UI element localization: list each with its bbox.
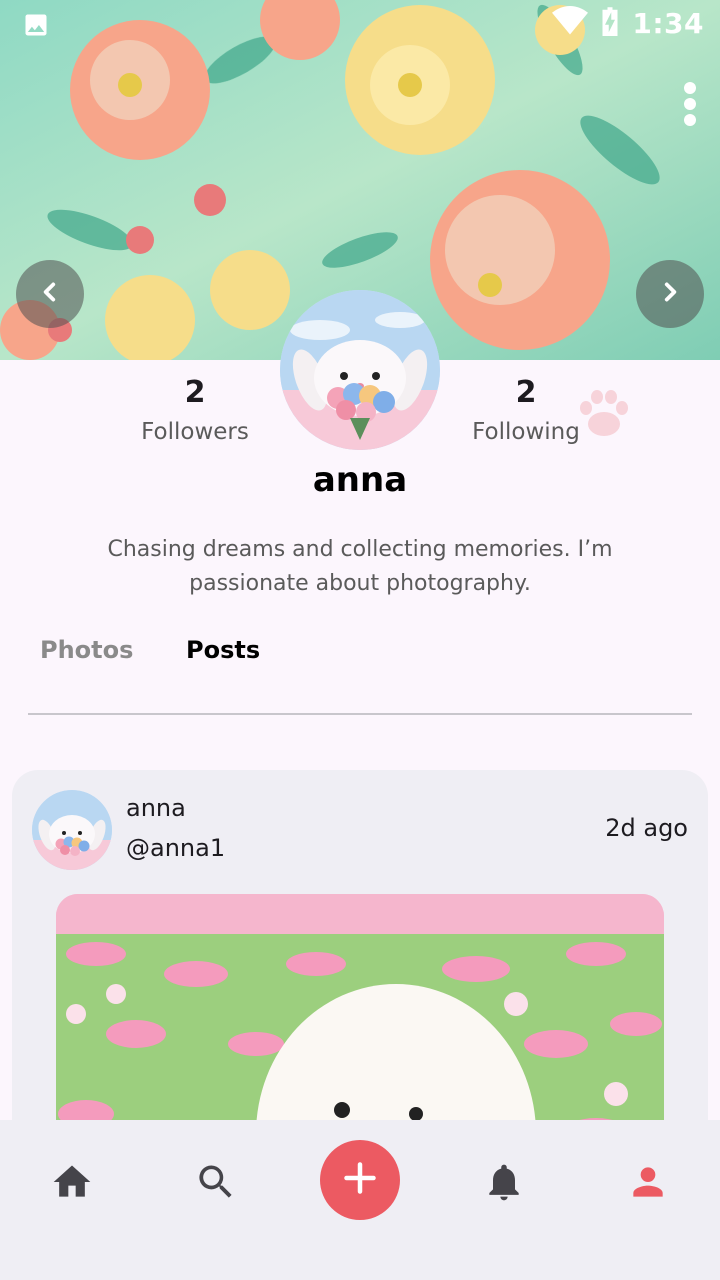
nav-profile-button[interactable] (624, 1160, 672, 1208)
paw-icon (578, 388, 630, 442)
tab-posts[interactable]: Posts (186, 636, 260, 664)
image-icon (22, 11, 50, 43)
battery-charging-icon (600, 6, 620, 40)
status-time: 1:34 (632, 6, 704, 40)
tab-photos[interactable]: Photos (40, 636, 133, 664)
more-vert-icon[interactable] (678, 80, 702, 128)
profile-tabs: Photos Posts (28, 630, 692, 715)
bell-icon (482, 1160, 526, 1208)
nav-search-button[interactable] (192, 1160, 240, 1208)
profile-avatar[interactable] (280, 290, 440, 450)
previous-cover-button[interactable] (16, 260, 84, 328)
post-timestamp: 2d ago (605, 814, 688, 842)
post-author-avatar[interactable] (32, 790, 112, 870)
chevron-left-icon (37, 279, 63, 309)
wifi-icon (552, 6, 589, 40)
status-bar: 1:34 (0, 0, 720, 50)
profile-bio: Chasing dreams and collecting memories. … (107, 537, 613, 596)
profile-username: anna (312, 460, 408, 500)
add-icon (342, 1160, 378, 1200)
bottom-navigation (0, 1120, 720, 1280)
nav-notifications-button[interactable] (480, 1160, 528, 1208)
chevron-right-icon (657, 279, 683, 309)
nav-home-button[interactable] (48, 1160, 96, 1208)
home-icon (50, 1160, 94, 1208)
create-post-button[interactable] (320, 1140, 400, 1220)
followers-label: Followers (141, 419, 249, 445)
post-author-handle: @anna1 (126, 834, 226, 862)
followers-stat[interactable]: 2 Followers (95, 372, 295, 450)
search-icon (194, 1160, 238, 1208)
person-icon (626, 1160, 670, 1208)
followers-count: 2 (184, 375, 206, 410)
next-cover-button[interactable] (636, 260, 704, 328)
post-author-name[interactable]: anna (126, 794, 186, 822)
